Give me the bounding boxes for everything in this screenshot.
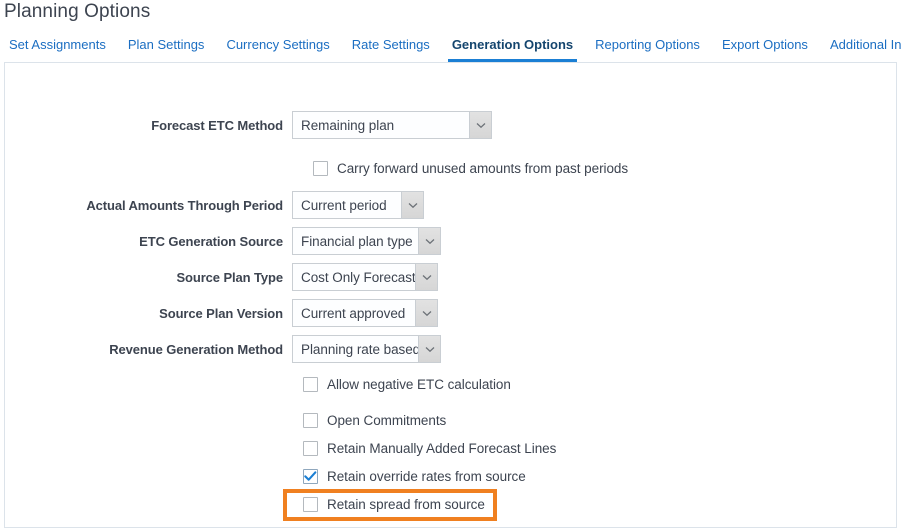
checkbox-unchecked[interactable] <box>303 497 318 512</box>
form-row-revenue-generation-method: Revenue Generation Method Planning rate b… <box>0 335 441 363</box>
tab-generation-options[interactable]: Generation Options <box>447 34 578 62</box>
tab-bar: Set Assignments Plan Settings Currency Set… <box>0 34 901 62</box>
chevron-down-icon[interactable] <box>418 336 440 362</box>
select-etc-generation-source[interactable]: Financial plan type <box>292 227 441 255</box>
tab-set-assignments[interactable]: Set Assignments <box>9 34 106 62</box>
checkbox-label: Retain Manually Added Forecast Lines <box>327 441 557 456</box>
select-value: Cost Only Forecast <box>301 269 415 285</box>
tab-plan-settings[interactable]: Plan Settings <box>128 34 205 62</box>
form-row-source-plan-version: Source Plan Version Current approved <box>0 299 438 327</box>
select-value: Financial plan type <box>301 233 413 249</box>
check-icon <box>304 471 317 481</box>
form-row-source-plan-type: Source Plan Type Cost Only Forecast <box>0 263 438 291</box>
checkbox-unchecked[interactable] <box>303 413 318 428</box>
checkbox-checked[interactable] <box>303 469 318 484</box>
checkbox-unchecked[interactable] <box>303 441 318 456</box>
select-value: Remaining plan <box>301 117 395 133</box>
select-source-plan-version[interactable]: Current approved <box>292 299 438 327</box>
form-row-etc-generation-source: ETC Generation Source Financial plan type <box>0 227 441 255</box>
field-label-forecast-etc-method: Forecast ETC Method <box>151 117 283 133</box>
chevron-down-icon[interactable] <box>415 264 437 290</box>
select-value: Current period <box>301 197 387 213</box>
checkbox-unchecked[interactable] <box>303 377 318 392</box>
tab-reporting-options[interactable]: Reporting Options <box>595 34 700 62</box>
select-value: Current approved <box>301 305 406 321</box>
checkbox-row-carry-forward-unused-amounts-from-past-periods[interactable]: Carry forward unused amounts from past p… <box>313 161 628 176</box>
checkbox-row-allow-negative-etc-calculation[interactable]: Allow negative ETC calculation <box>303 377 511 392</box>
chevron-down-icon[interactable] <box>418 228 440 254</box>
field-label-source-plan-version: Source Plan Version <box>159 305 283 321</box>
checkbox-row-open-commitments[interactable]: Open Commitments <box>303 413 446 428</box>
checkbox-label: Carry forward unused amounts from past p… <box>337 161 629 176</box>
select-value: Planning rate based <box>301 341 418 357</box>
checkbox-row-retain-spread-from-source[interactable]: Retain spread from source <box>303 497 485 512</box>
tab-rate-settings[interactable]: Rate Settings <box>352 34 430 62</box>
form-row-actual-amounts-through-period: Actual Amounts Through Period Current per… <box>0 191 424 219</box>
select-revenue-generation-method[interactable]: Planning rate based <box>292 335 441 363</box>
checkbox-label: Retain override rates from source <box>327 469 526 484</box>
checkbox-label: Open Commitments <box>327 413 447 428</box>
page-title: Planning Options <box>4 1 151 22</box>
field-label-revenue-generation-method: Revenue Generation Method <box>109 341 283 357</box>
checkbox-unchecked[interactable] <box>313 161 328 176</box>
field-label-etc-generation-source: ETC Generation Source <box>139 233 283 249</box>
select-actual-amounts-through-period[interactable]: Current period <box>292 191 424 219</box>
field-label-source-plan-type: Source Plan Type <box>176 269 283 285</box>
select-source-plan-type[interactable]: Cost Only Forecast <box>292 263 438 291</box>
chevron-down-icon[interactable] <box>401 192 423 218</box>
chevron-down-icon[interactable] <box>469 112 491 138</box>
checkbox-label: Retain spread from source <box>327 497 485 512</box>
checkbox-label: Allow negative ETC calculation <box>327 377 511 392</box>
tab-additional-information[interactable]: Additional Information <box>830 34 901 62</box>
tab-currency-settings[interactable]: Currency Settings <box>226 34 329 62</box>
checkbox-row-retain-manually-added-forecast-lines[interactable]: Retain Manually Added Forecast Lines <box>303 441 556 456</box>
form-row-forecast-etc-method: Forecast ETC Method Remaining plan <box>0 111 492 139</box>
chevron-down-icon[interactable] <box>415 300 437 326</box>
select-forecast-etc-method[interactable]: Remaining plan <box>292 111 492 139</box>
field-label-actual-amounts-through-period: Actual Amounts Through Period <box>86 197 283 213</box>
checkbox-row-retain-override-rates-from-source[interactable]: Retain override rates from source <box>303 469 526 484</box>
tab-export-options[interactable]: Export Options <box>722 34 808 62</box>
